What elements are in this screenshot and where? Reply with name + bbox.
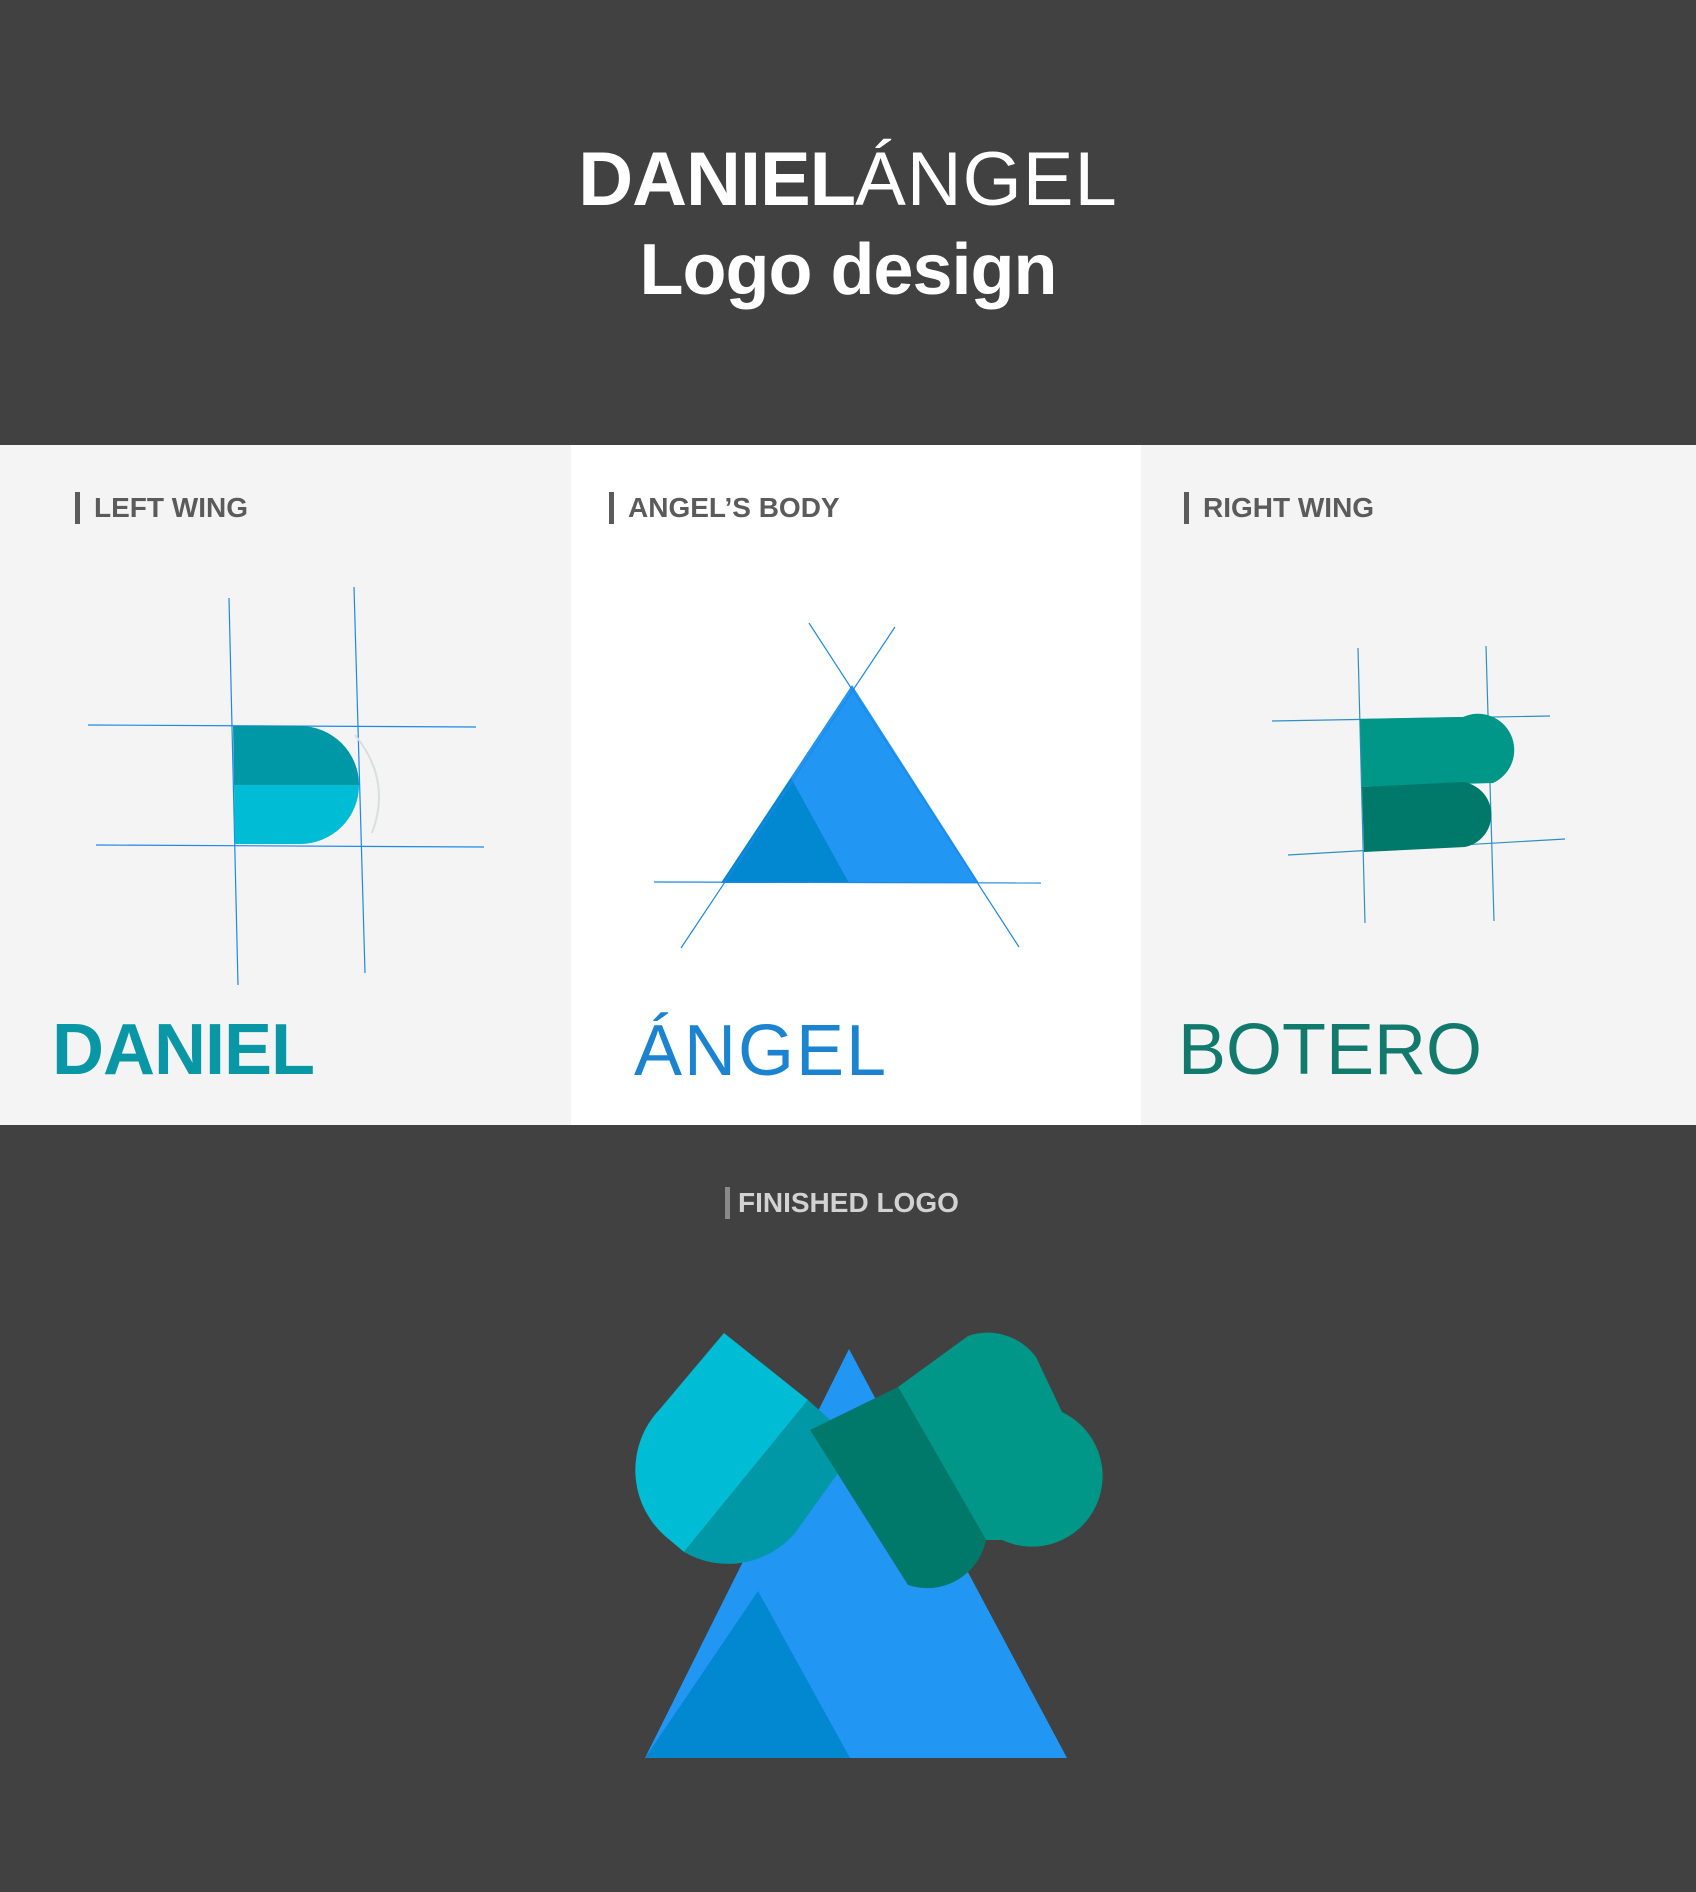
b-shape-top: [1360, 713, 1515, 787]
brand-title-bold: DANIEL: [578, 137, 856, 222]
brand-title: DANIELÁNGEL: [0, 138, 1696, 222]
guide-line: [95, 844, 485, 848]
finished-logo-section: FINISHED LOGO: [0, 1125, 1696, 1892]
finished-logo: [635, 1332, 1103, 1758]
d-shape-top: [233, 726, 359, 785]
botero-wordmark: BOTERO: [1178, 1010, 1483, 1090]
left-wing-panel: LEFT WING DANIEL: [0, 445, 571, 1125]
header: DANIELÁNGEL Logo design: [0, 0, 1696, 445]
right-wing-panel: RIGHT WING BOTERO: [1141, 445, 1696, 1125]
page-subtitle: Logo design: [639, 230, 1058, 310]
b-shape-bottom: [1362, 782, 1492, 852]
guide-line: [1485, 645, 1495, 922]
brand-title-light: ÁNGEL: [855, 137, 1118, 222]
daniel-wordmark: DANIEL: [52, 1010, 315, 1090]
angel-wordmark: ÁNGEL: [634, 1011, 889, 1091]
d-shape-bottom: [234, 785, 359, 844]
angels-body-panel: ANGEL’S BODY ÁNGEL: [571, 445, 1141, 1125]
guide-line: [653, 881, 1042, 884]
